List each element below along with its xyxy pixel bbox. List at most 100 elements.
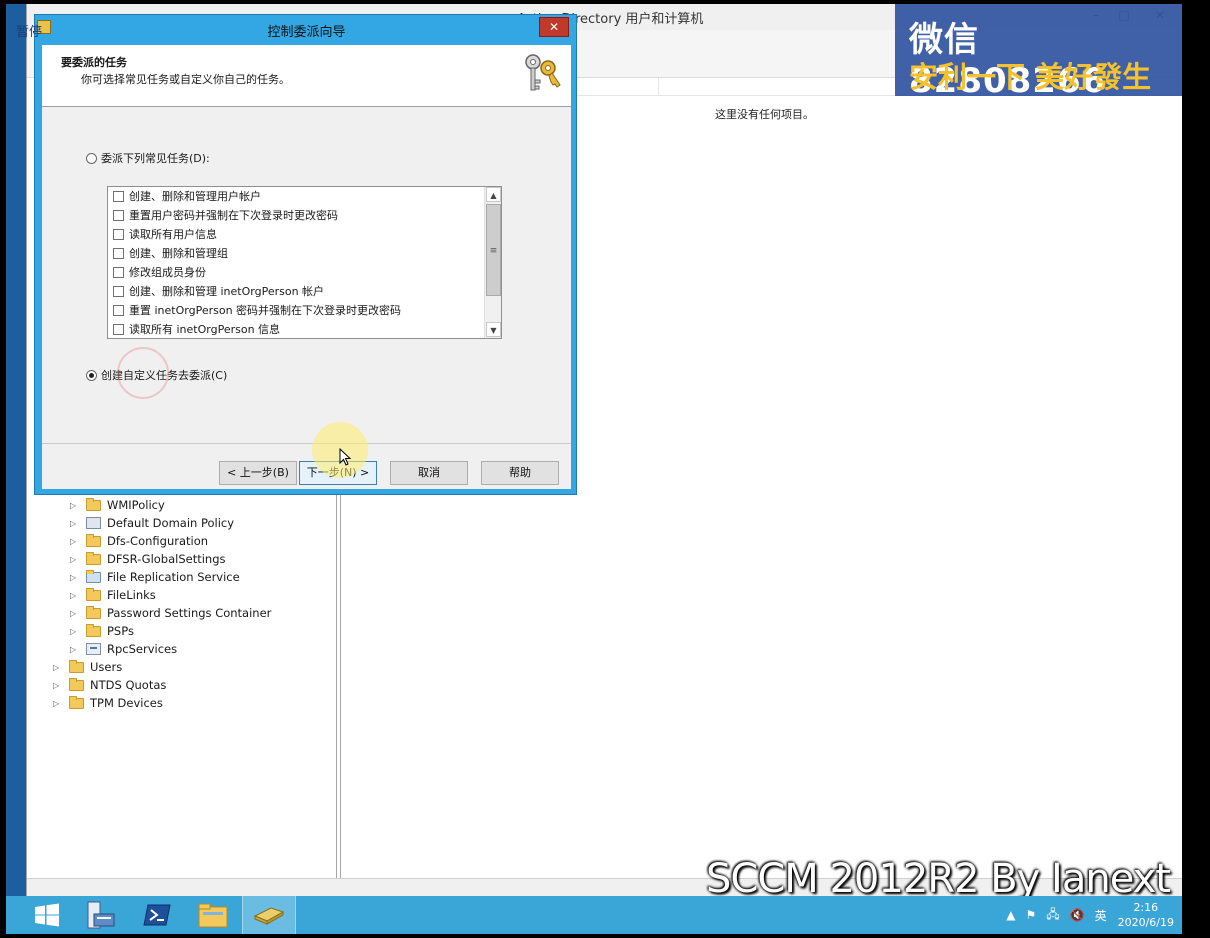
radio-button-selected[interactable] <box>86 369 97 381</box>
folder-icon <box>86 588 101 601</box>
task-item[interactable]: 读取所有 inetOrgPerson 信息 <box>113 320 280 338</box>
tree-item[interactable]: ▷ File Replication Service <box>70 568 240 586</box>
checkbox[interactable] <box>113 228 124 240</box>
dialog-header: 要委派的任务 你可选择常见任务或自定义你自己的任务。 <box>42 45 571 107</box>
task-label: 创建、删除和管理组 <box>129 247 228 260</box>
ad-users-computers-icon <box>253 907 285 925</box>
expand-icon[interactable]: ▷ <box>70 627 80 636</box>
checkbox[interactable] <box>113 247 124 259</box>
task-item[interactable]: 重置 inetOrgPerson 密码并强制在下次登录时更改密码 <box>113 301 401 319</box>
clock[interactable]: 2:16 2020/6/19 <box>1118 900 1174 930</box>
task-item[interactable]: 重置用户密码并强制在下次登录时更改密码 <box>113 206 338 224</box>
close-icon[interactable]: ✕ <box>539 17 569 37</box>
tree-item[interactable]: ▷ Default Domain Policy <box>70 514 234 532</box>
task-label: 创建、删除和管理 inetOrgPerson 帐户 <box>129 285 325 298</box>
tree-item-label: RpcServices <box>107 642 178 656</box>
tree-item[interactable]: ▷ FileLinks <box>70 586 156 604</box>
powershell-icon <box>143 904 171 926</box>
task-label: 重置 inetOrgPerson 密码并强制在下次登录时更改密码 <box>129 304 402 317</box>
task-item[interactable]: 创建、删除和管理 inetOrgPerson 帐户 <box>113 282 324 300</box>
expand-icon[interactable]: ▷ <box>70 537 80 546</box>
checkbox[interactable] <box>113 266 124 278</box>
folder-icon <box>86 552 101 565</box>
click-indicator <box>117 347 169 399</box>
vertical-scrollbar[interactable]: ▲ ≡ ▼ <box>484 187 501 338</box>
radio-common-tasks[interactable]: 委派下列常见任务(D): <box>86 150 210 166</box>
help-button[interactable]: 帮助 <box>481 461 559 485</box>
expand-icon[interactable]: ▷ <box>53 699 63 708</box>
delegation-wizard-dialog: 暂停 控制委派向导 ✕ 要委派的任务 你可选择常见任务或自定义你自己的任务。 委… <box>16 14 577 495</box>
cancel-button[interactable]: 取消 <box>390 461 468 485</box>
show-hidden-icons-icon[interactable]: ▲ <box>1006 908 1015 922</box>
dialog-title: 控制委派向导 <box>267 25 346 40</box>
tree-item[interactable]: ▷ Users <box>53 658 122 676</box>
tree-item[interactable]: ▷ TPM Devices <box>53 694 163 712</box>
system-tray: ▲ ⚑ 🖧 🔇 英 2:16 2020/6/19 <box>1001 896 1174 934</box>
gpo-icon <box>86 517 101 529</box>
checkbox[interactable] <box>113 304 124 316</box>
expand-icon[interactable]: ▷ <box>70 591 80 600</box>
ime-indicator[interactable]: 英 <box>1095 907 1107 924</box>
expand-icon[interactable]: ▷ <box>70 645 80 654</box>
radio-button[interactable] <box>86 152 97 164</box>
tree-item-label: WMIPolicy <box>107 498 165 512</box>
action-center-flag-icon[interactable]: ⚑ <box>1025 908 1036 922</box>
clock-date: 2020/6/19 <box>1117 916 1174 929</box>
tree-item[interactable]: ▷ RpcServices <box>70 640 177 658</box>
expand-icon[interactable]: ▷ <box>70 573 80 582</box>
scroll-thumb[interactable]: ≡ <box>486 204 501 296</box>
watermark-box: 微信 82808266 安利一下 美好發生 <box>895 4 1182 101</box>
back-button[interactable]: < 上一步(B) <box>219 461 297 485</box>
folder-icon <box>86 624 101 637</box>
tree-item[interactable]: ▷ NTDS Quotas <box>53 676 166 694</box>
task-item[interactable]: 创建、删除和管理用户帐户 <box>113 187 261 205</box>
checkbox[interactable] <box>113 323 124 335</box>
tree-item[interactable]: ▷ DFSR-GlobalSettings <box>70 550 226 568</box>
scroll-down-icon[interactable]: ▼ <box>486 322 501 337</box>
dialog-separator <box>42 443 571 444</box>
taskbar: ▲ ⚑ 🖧 🔇 英 2:16 2020/6/19 <box>6 896 1182 934</box>
expand-icon[interactable]: ▷ <box>70 519 80 528</box>
checkbox[interactable] <box>113 285 124 297</box>
tree-item-label: NTDS Quotas <box>90 678 167 692</box>
desktop: Active Directory 用户和计算机 – □ ✕ ▷ WMIPolic… <box>6 4 1182 934</box>
checkbox[interactable] <box>113 190 124 202</box>
empty-list-message: 这里没有任何项目。 <box>715 108 814 121</box>
header-title: 要委派的任务 <box>61 56 127 69</box>
server-manager-button[interactable] <box>74 896 128 934</box>
tree-item[interactable]: ▷ Dfs-Configuration <box>70 532 208 550</box>
expand-icon[interactable]: ▷ <box>70 501 80 510</box>
task-label: 修改组成员身份 <box>129 266 206 279</box>
network-icon[interactable]: 🖧 <box>1046 905 1059 926</box>
expand-icon[interactable]: ▷ <box>70 609 80 618</box>
tree-item-label: Users <box>90 660 123 674</box>
tree-item[interactable]: ▷ WMIPolicy <box>70 496 165 514</box>
folder-icon <box>86 534 101 547</box>
expand-icon[interactable]: ▷ <box>53 663 63 672</box>
volume-muted-icon[interactable]: 🔇 <box>1070 908 1085 922</box>
checkbox[interactable] <box>113 209 124 221</box>
mouse-cursor-icon <box>339 448 351 466</box>
folder-icon <box>86 606 101 619</box>
file-explorer-icon <box>198 903 228 928</box>
radio-common-label: 委派下列常见任务(D): <box>101 152 210 165</box>
scroll-up-icon[interactable]: ▲ <box>486 187 501 202</box>
expand-icon[interactable]: ▷ <box>70 555 80 564</box>
file-explorer-button[interactable] <box>186 896 240 934</box>
ad-users-computers-button[interactable] <box>242 896 296 934</box>
tree-item-label: PSPs <box>107 624 134 638</box>
tree-item[interactable]: ▷ PSPs <box>70 622 134 640</box>
task-label: 创建、删除和管理用户帐户 <box>129 190 261 203</box>
tree-item-label: DFSR-GlobalSettings <box>107 552 226 566</box>
expand-icon[interactable]: ▷ <box>53 681 63 690</box>
common-tasks-list[interactable]: 创建、删除和管理用户帐户 重置用户密码并强制在下次登录时更改密码 读取所有用户信… <box>107 186 502 339</box>
task-item[interactable]: 创建、删除和管理组 <box>113 244 228 262</box>
tree-item-label: File Replication Service <box>107 570 240 584</box>
start-button[interactable] <box>20 896 74 934</box>
task-label: 读取所有 inetOrgPerson 信息 <box>129 323 281 336</box>
rpc-icon <box>86 643 101 655</box>
powershell-button[interactable] <box>130 896 184 934</box>
tree-item[interactable]: ▷ Password Settings Container <box>70 604 271 622</box>
task-item[interactable]: 读取所有用户信息 <box>113 225 217 243</box>
task-item[interactable]: 修改组成员身份 <box>113 263 206 281</box>
